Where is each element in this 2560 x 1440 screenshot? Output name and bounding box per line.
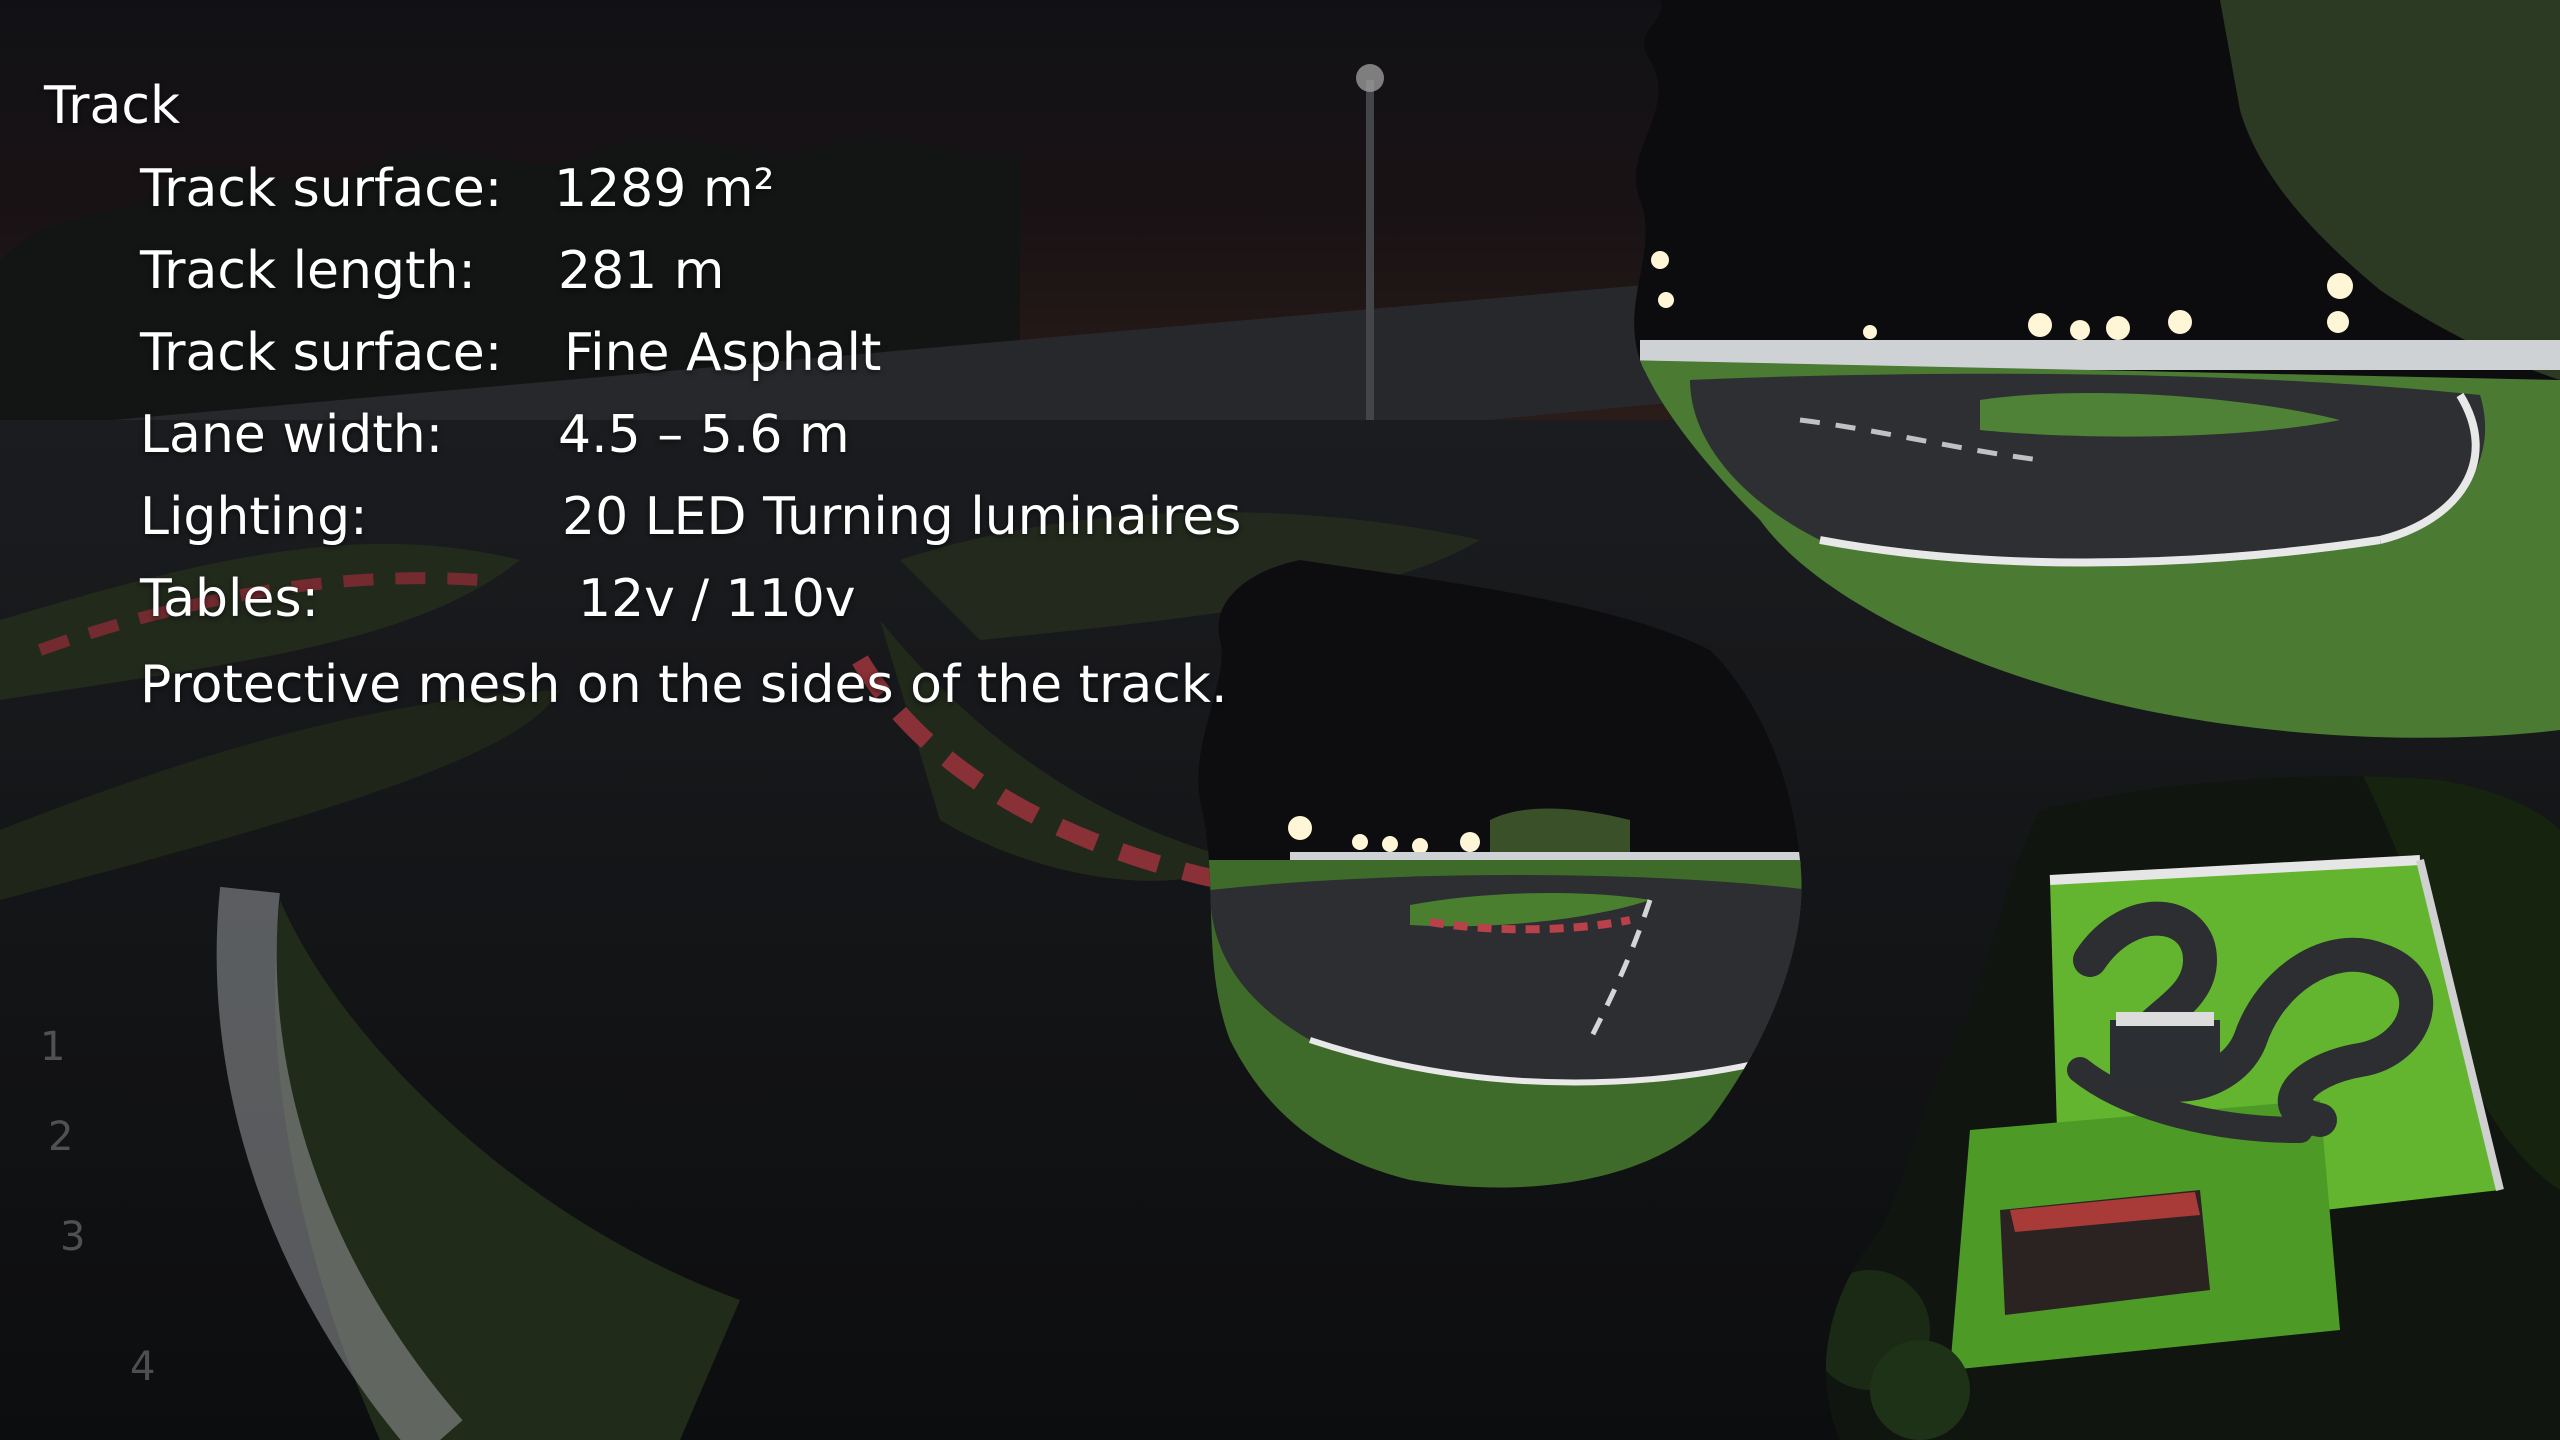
spec-label: Lane width:	[140, 405, 444, 465]
spec-value: 4.5 – 5.6 m	[558, 405, 850, 465]
spec-label: Track surface:	[140, 159, 503, 219]
spec-value: Fine Asphalt	[564, 323, 882, 383]
spec-label: Tables:	[140, 569, 320, 629]
spec-value: 281 m	[558, 241, 725, 301]
track-specs-panel: Track Track surface: 1289 m² Track lengt…	[0, 0, 1400, 760]
slide-heading: Track	[44, 76, 181, 136]
aerial-track-photo	[1825, 776, 2560, 1440]
protective-mesh-note: Protective mesh on the sides of the trac…	[140, 655, 1228, 715]
slide: 1 2 3 4 Track Track surface: 1289 m² Tra…	[0, 0, 2560, 1440]
spec-value: 1289 m²	[554, 159, 775, 219]
spec-label: Track length:	[140, 241, 476, 301]
spec-label: Track surface:	[140, 323, 503, 383]
spec-label: Lighting:	[140, 487, 368, 547]
spec-value: 20 LED Turning luminaires	[562, 487, 1242, 547]
spec-value: 12v / 110v	[578, 569, 856, 629]
